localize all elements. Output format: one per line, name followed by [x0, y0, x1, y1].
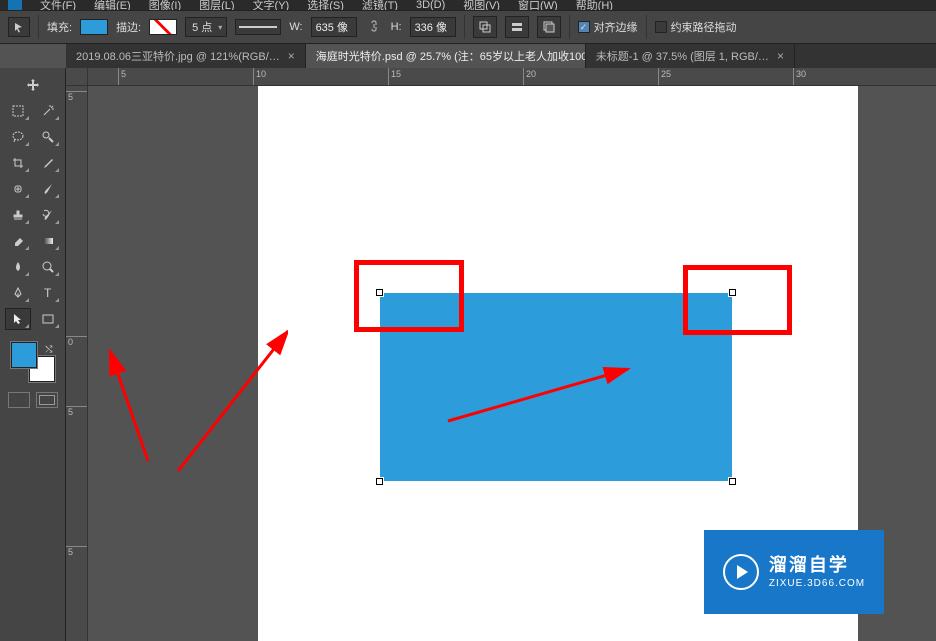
menu-bar: 文件(F) 编辑(E) 图像(I) 图层(L) 文字(Y) 选择(S) 滤镜(T…	[0, 0, 936, 10]
toolbox: T ⤭	[0, 68, 66, 641]
stroke-width-dropdown[interactable]: 5 点	[185, 17, 227, 37]
annotation-box	[683, 265, 792, 335]
annotation-box	[354, 260, 464, 332]
width-label: W:	[289, 21, 302, 33]
ruler-vertical[interactable]: 5 0 5 5	[66, 86, 88, 641]
tool-stamp[interactable]	[5, 204, 31, 226]
tool-eyedropper[interactable]	[35, 152, 61, 174]
fill-label: 填充:	[47, 19, 72, 35]
tool-crop[interactable]	[5, 152, 31, 174]
path-arrange-button[interactable]	[537, 16, 561, 38]
separator	[38, 15, 39, 39]
menu-view[interactable]: 视图(V)	[463, 0, 500, 10]
document-tab[interactable]: 海庭时光特价.psd @ 25.7% (注：65岁以上老人加收100元附加费…×	[306, 44, 586, 68]
tool-dodge[interactable]	[35, 256, 61, 278]
link-wh-icon[interactable]	[365, 18, 383, 36]
quick-mask-icon[interactable]	[8, 392, 30, 408]
tool-wand[interactable]	[35, 100, 61, 122]
menu-file[interactable]: 文件(F)	[40, 0, 76, 10]
menu-3d[interactable]: 3D(D)	[416, 0, 445, 10]
stroke-label: 描边:	[116, 19, 141, 35]
menu-layer[interactable]: 图层(L)	[199, 0, 234, 10]
options-bar: 填充: 描边: 5 点 W: 635 像 H: 336 像 ✓对齐边缘 约束路径…	[0, 10, 936, 44]
height-label: H:	[391, 21, 402, 33]
stroke-swatch[interactable]	[149, 19, 177, 35]
tool-gradient[interactable]	[35, 230, 61, 252]
tool-preset-picker[interactable]	[8, 17, 30, 37]
tool-history-brush[interactable]	[35, 204, 61, 226]
tool-quickselect[interactable]	[35, 126, 61, 148]
watermark: 溜溜自学 ZIXUE.3D66.COM	[704, 530, 884, 614]
menu-help[interactable]: 帮助(H)	[576, 0, 613, 10]
close-icon[interactable]: ×	[288, 49, 295, 63]
stroke-style-dropdown[interactable]	[235, 19, 281, 35]
menu-type[interactable]: 文字(Y)	[253, 0, 290, 10]
tool-brush[interactable]	[35, 178, 61, 200]
tool-type[interactable]: T	[35, 282, 61, 304]
separator	[646, 15, 647, 39]
tool-path-select[interactable]	[5, 308, 31, 330]
path-align-button[interactable]	[505, 16, 529, 38]
tool-blur[interactable]	[5, 256, 31, 278]
play-icon	[723, 554, 759, 590]
anchor-handle[interactable]	[376, 478, 383, 485]
close-icon[interactable]: ×	[777, 49, 784, 63]
watermark-title: 溜溜自学	[769, 554, 865, 577]
menu-window[interactable]: 窗口(W)	[518, 0, 558, 10]
menu-filter[interactable]: 滤镜(T)	[362, 0, 398, 10]
separator	[569, 15, 570, 39]
anchor-handle[interactable]	[729, 478, 736, 485]
tool-pen[interactable]	[5, 282, 31, 304]
align-edges-checkbox[interactable]: ✓对齐边缘	[578, 19, 638, 35]
tool-shape[interactable]	[35, 308, 61, 330]
app-logo	[8, 0, 22, 10]
tool-lasso[interactable]	[5, 126, 31, 148]
screen-mode-icon[interactable]	[36, 392, 58, 408]
height-field[interactable]: 336 像	[410, 17, 456, 37]
watermark-url: ZIXUE.3D66.COM	[769, 577, 865, 590]
document-tab[interactable]: 2019.08.06三亚特价.jpg @ 121%(RGB/…×	[66, 44, 306, 68]
ruler-horizontal[interactable]: 5 10 15 20 25 30	[88, 68, 936, 86]
tool-healing[interactable]	[5, 178, 31, 200]
menu-edit[interactable]: 编辑(E)	[94, 0, 131, 10]
path-ops-button[interactable]	[473, 16, 497, 38]
fill-swatch[interactable]	[80, 19, 108, 35]
color-picker[interactable]: ⤭	[11, 342, 55, 382]
svg-text:T: T	[44, 286, 52, 300]
document-tab[interactable]: 未标题-1 @ 37.5% (图层 1, RGB/…×	[586, 44, 795, 68]
tool-marquee[interactable]	[5, 100, 31, 122]
width-field[interactable]: 635 像	[311, 17, 357, 37]
document-tab-bar: 2019.08.06三亚特价.jpg @ 121%(RGB/…× 海庭时光特价.…	[66, 44, 936, 68]
menu-select[interactable]: 选择(S)	[307, 0, 344, 10]
menu-image[interactable]: 图像(I)	[149, 0, 181, 10]
swap-colors-icon[interactable]: ⤭	[45, 344, 52, 355]
foreground-color[interactable]	[11, 342, 37, 368]
tool-eraser[interactable]	[5, 230, 31, 252]
tool-move[interactable]	[20, 74, 46, 96]
separator	[464, 15, 465, 39]
constrain-checkbox[interactable]: 约束路径拖动	[655, 19, 737, 35]
ruler-origin[interactable]	[66, 68, 88, 86]
